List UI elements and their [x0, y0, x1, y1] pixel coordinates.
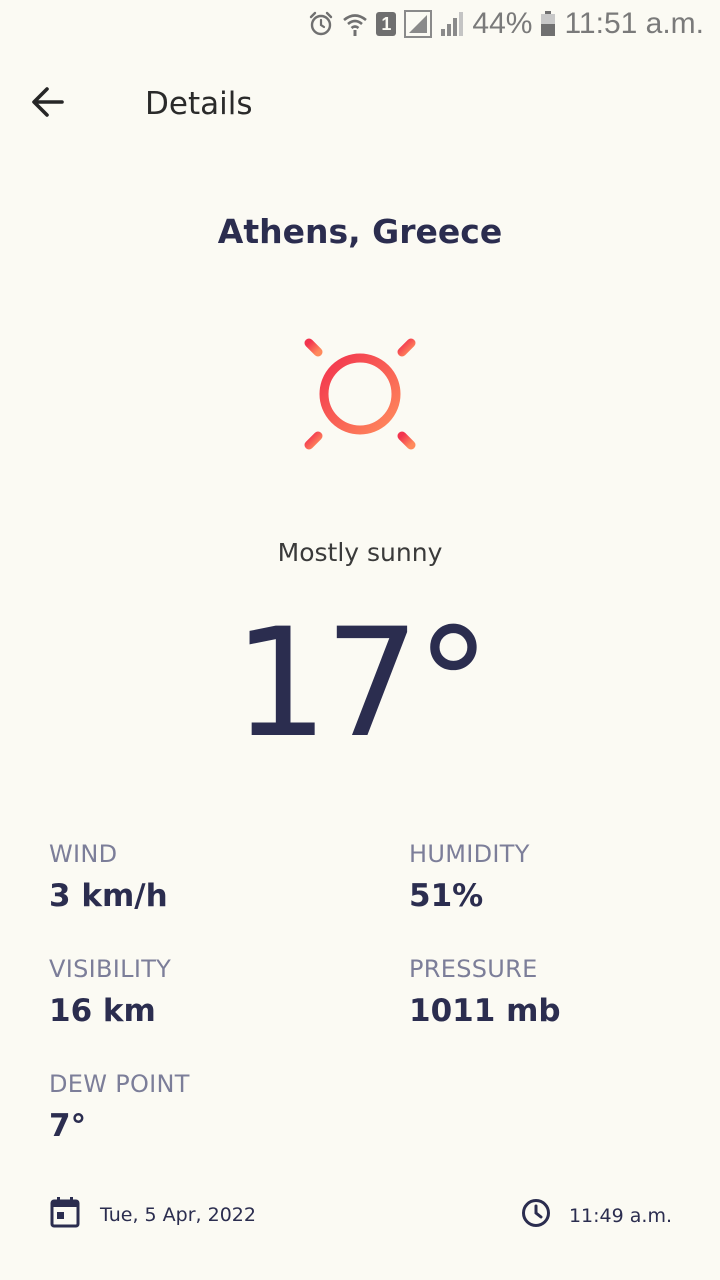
wind-label: WIND	[49, 840, 118, 868]
temperature-value: 17°	[233, 597, 491, 771]
dew-point-stat: DEW POINT 7°	[49, 1070, 190, 1144]
app-bar: Details	[0, 48, 720, 160]
back-button[interactable]	[20, 76, 76, 132]
page-title: Details	[145, 86, 253, 122]
sun-icon	[280, 316, 440, 476]
humidity-label: HUMIDITY	[409, 840, 530, 868]
sim-icon: 1	[376, 12, 397, 36]
calendar-icon	[50, 1196, 80, 1233]
visibility-value: 16 km	[49, 993, 156, 1029]
date-text: Tue, 5 Apr, 2022	[100, 1203, 256, 1226]
pressure-value: 1011 mb	[409, 993, 561, 1029]
visibility-label: VISIBILITY	[49, 955, 172, 983]
signal-icon	[440, 11, 464, 37]
updated-date: Tue, 5 Apr, 2022	[50, 1196, 256, 1233]
dew-point-label: DEW POINT	[49, 1070, 190, 1098]
time-text: 11:49 a.m.	[568, 1204, 672, 1227]
humidity-stat: HUMIDITY 51%	[409, 840, 530, 914]
status-time: 11:51 a.m.	[564, 7, 704, 40]
pressure-label: PRESSURE	[409, 955, 538, 983]
wind-stat: WIND 3 km/h	[49, 840, 168, 914]
battery-percent: 44%	[472, 7, 533, 40]
visibility-stat: VISIBILITY 16 km	[49, 955, 171, 1029]
location-name: Athens, Greece	[217, 212, 503, 251]
arrow-back-icon	[30, 84, 66, 124]
status-icons: 1 44% 11:51 a.m.	[308, 6, 704, 42]
alarm-icon	[308, 11, 334, 37]
signal-icon	[404, 10, 433, 38]
dew-point-value: 7°	[49, 1108, 87, 1144]
updated-time: 11:49 a.m.	[521, 1198, 672, 1233]
status-bar: 1 44% 11:51 a.m.	[0, 0, 720, 48]
humidity-value: 51%	[409, 878, 484, 914]
battery-icon	[540, 11, 556, 37]
pressure-stat: PRESSURE 1011 mb	[409, 955, 561, 1029]
wifi-icon	[342, 11, 368, 37]
clock-icon	[521, 1198, 551, 1233]
wind-value: 3 km/h	[49, 878, 168, 914]
weather-condition: Mostly sunny	[277, 538, 443, 567]
